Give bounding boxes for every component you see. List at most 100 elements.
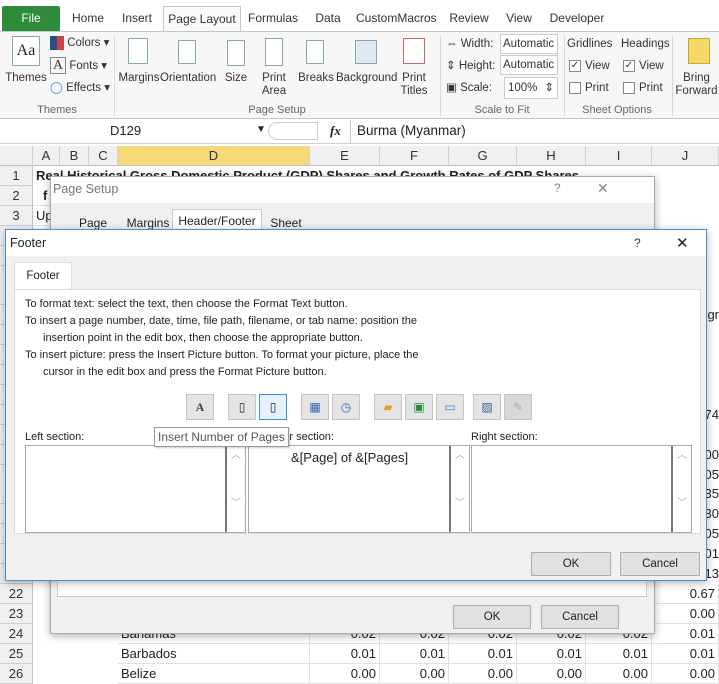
formula-input[interactable]: Burma (Myanmar): [350, 120, 719, 144]
footer-help-button[interactable]: ?: [634, 236, 641, 250]
cell[interactable]: 0.00: [586, 663, 652, 684]
page-setup-help-button[interactable]: ?: [554, 181, 561, 195]
tab-page-layout[interactable]: Page Layout: [163, 6, 241, 32]
insert-file-path-icon[interactable]: ▰: [374, 394, 402, 420]
row-header-23[interactable]: 23: [0, 603, 33, 624]
cell[interactable]: 0.00: [380, 663, 449, 684]
headings-view-checkbox[interactable]: ✓ View: [623, 60, 664, 73]
column-header-i[interactable]: I: [586, 146, 652, 166]
instruction-line: To insert a page number, date, time, fil…: [25, 315, 417, 327]
cell[interactable]: 0.00: [517, 663, 586, 684]
scale-spinner[interactable]: 100% ⇕: [504, 77, 558, 99]
cell[interactable]: 0.01: [380, 643, 449, 664]
tab-data[interactable]: Data: [310, 6, 346, 32]
column-header-h[interactable]: H: [517, 146, 586, 166]
breaks-button[interactable]: Breaks: [296, 72, 336, 85]
name-box-dropdown-icon[interactable]: ▼: [256, 124, 266, 135]
column-header-g[interactable]: G: [449, 146, 517, 166]
cell[interactable]: 0.00: [449, 663, 517, 684]
row-header-26[interactable]: 26: [0, 663, 33, 684]
page-setup-cancel-button[interactable]: Cancel: [541, 605, 619, 629]
left-section-input[interactable]: ︿ ﹀: [25, 445, 246, 533]
insert-number-of-pages-icon[interactable]: ▯: [259, 394, 287, 420]
page-setup-ok-button[interactable]: OK: [453, 605, 531, 629]
tab-developer[interactable]: Developer: [546, 6, 608, 32]
format-text-icon[interactable]: A: [186, 394, 214, 420]
cell-j-fragment[interactable]: 05: [707, 526, 719, 542]
headings-print-checkbox[interactable]: Print: [623, 82, 663, 95]
instructions: To format text: select the text, then ch…: [25, 296, 419, 381]
orientation-button[interactable]: Orientation: [160, 72, 216, 85]
cell-j-fragment[interactable]: 00: [707, 446, 719, 462]
page-setup-close-button[interactable]: ✕: [597, 180, 609, 197]
center-section-input[interactable]: &[Page] of &[Pages] ︿ ﹀: [248, 445, 470, 533]
gridlines-view-checkbox[interactable]: ✓ View: [569, 60, 610, 73]
insert-picture-icon[interactable]: ▨: [473, 394, 501, 420]
formula-bar-divider: [268, 122, 318, 140]
cell[interactable]: 0.01: [449, 643, 517, 664]
row-header-25[interactable]: 25: [0, 643, 33, 664]
footer-ok-button[interactable]: OK: [531, 552, 611, 576]
scrollbar[interactable]: ︿ ﹀: [671, 446, 691, 532]
insert-file-name-icon[interactable]: ▣: [405, 394, 433, 420]
insert-date-icon[interactable]: ▦: [301, 394, 329, 420]
gridlines-print-checkbox[interactable]: Print: [569, 82, 609, 95]
width-dropdown[interactable]: Automatic: [500, 34, 558, 54]
background-button[interactable]: Background: [336, 72, 397, 85]
cell-j-fragment[interactable]: 35: [707, 486, 719, 502]
cell-j-fragment[interactable]: 74: [707, 406, 719, 422]
fx-icon[interactable]: fx: [330, 123, 341, 139]
column-header-c[interactable]: C: [89, 146, 118, 166]
themes-button[interactable]: Themes: [4, 72, 48, 85]
row-header-1[interactable]: 1: [0, 166, 33, 186]
name-box[interactable]: D129: [110, 123, 141, 138]
height-dropdown[interactable]: Automatic: [500, 55, 558, 75]
cell-country[interactable]: Belize: [118, 663, 310, 684]
fonts-button[interactable]: A Fonts ▾: [50, 57, 107, 74]
insert-time-icon[interactable]: ◷: [332, 394, 360, 420]
print-area-button[interactable]: Print Area: [256, 72, 292, 98]
colors-button[interactable]: Colors ▾: [50, 36, 109, 50]
tab-review[interactable]: Review: [446, 6, 492, 32]
column-header-b[interactable]: B: [60, 146, 89, 166]
cell[interactable]: 0.01: [310, 643, 380, 664]
tab-footer[interactable]: Footer: [14, 262, 72, 290]
tab-home[interactable]: Home: [66, 6, 110, 32]
column-header-d[interactable]: D: [118, 146, 310, 166]
cell-j-fragment[interactable]: 01: [707, 546, 719, 562]
cell-country[interactable]: Barbados: [118, 643, 310, 664]
tab-view[interactable]: View: [502, 6, 536, 32]
row-header-2[interactable]: 2: [0, 185, 33, 206]
cell-j-fragment[interactable]: 13: [707, 566, 719, 581]
right-section-input[interactable]: ︿ ﹀: [471, 445, 692, 533]
size-button[interactable]: Size: [220, 72, 252, 85]
scrollbar[interactable]: ︿ ﹀: [449, 446, 469, 532]
size-icon: [227, 40, 245, 66]
select-all-corner[interactable]: [0, 146, 33, 166]
cell[interactable]: 0.00: [310, 663, 380, 684]
tab-formulas[interactable]: Formulas: [246, 6, 300, 32]
insert-page-number-icon[interactable]: ▯: [228, 394, 256, 420]
column-header-e[interactable]: E: [310, 146, 380, 166]
row-header-24[interactable]: 24: [0, 623, 33, 644]
tab-file[interactable]: File: [2, 6, 60, 32]
background-icon: [355, 40, 377, 64]
footer-close-button[interactable]: ✕: [676, 234, 689, 252]
footer-cancel-button[interactable]: Cancel: [620, 552, 700, 576]
margins-button[interactable]: Margins: [116, 72, 162, 85]
row-header-3[interactable]: 3: [0, 205, 33, 226]
tab-custommacros[interactable]: CustomMacros: [356, 6, 437, 32]
cell-j-fragment[interactable]: 30: [707, 506, 719, 522]
effects-button[interactable]: ◯ Effects ▾: [50, 82, 110, 95]
cell-j-fragment[interactable]: 05: [707, 466, 719, 482]
row-header-22[interactable]: 22: [0, 583, 33, 604]
print-titles-button[interactable]: Print Titles: [398, 72, 430, 98]
tab-insert[interactable]: Insert: [116, 6, 158, 32]
cell-j-fragment[interactable]: gr: [707, 307, 719, 323]
column-header-a[interactable]: A: [33, 146, 60, 166]
column-header-f[interactable]: F: [380, 146, 449, 166]
insert-sheet-name-icon[interactable]: ▭: [436, 394, 464, 420]
scrollbar[interactable]: ︿ ﹀: [225, 446, 245, 532]
cell[interactable]: 0.01: [586, 643, 652, 664]
cell[interactable]: 0.01: [517, 643, 586, 664]
